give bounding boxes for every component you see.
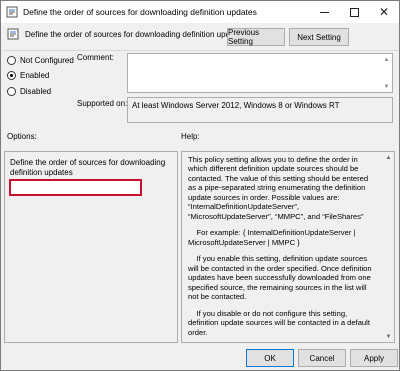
close-button[interactable]: ✕	[369, 1, 399, 23]
help-paragraph: For example: { InternalDefinitionUpdateS…	[188, 228, 358, 247]
radio-circle	[7, 86, 16, 96]
radio-enabled[interactable]: Enabled	[7, 69, 77, 81]
radio-circle	[7, 70, 16, 80]
header-divider	[3, 50, 398, 51]
radio-circle	[7, 55, 16, 65]
help-scrollbar[interactable]: ▲ ▼	[383, 152, 394, 342]
scroll-down-icon[interactable]: ▼	[382, 82, 391, 91]
next-setting-button[interactable]: Next Setting	[289, 28, 349, 46]
radio-label: Disabled	[20, 86, 52, 96]
close-icon: ✕	[378, 5, 390, 19]
comment-field[interactable]: ▲ ▼	[127, 53, 393, 93]
window-title: Define the order of sources for download…	[23, 7, 257, 17]
help-paragraph: If you disable or do not configure this …	[188, 308, 373, 337]
radio-label: Enabled	[20, 70, 50, 80]
option-field-label: Define the order of sources for download…	[10, 158, 166, 177]
source-order-input[interactable]	[9, 179, 142, 196]
supported-on-label: Supported on:	[77, 99, 128, 108]
maximize-icon	[349, 7, 359, 17]
radio-label: Not Configured	[20, 55, 74, 65]
radio-not-configured[interactable]: Not Configured	[7, 54, 77, 66]
help-paragraph: If you enable this setting, definition u…	[188, 254, 374, 302]
minimize-icon	[319, 11, 329, 13]
policy-settings-icon	[6, 6, 18, 18]
setting-name: Define the order of sources for download…	[25, 30, 246, 39]
help-text: This policy setting allows you to define…	[188, 155, 378, 344]
supported-on-field: At least Windows Server 2012, Windows 8 …	[127, 97, 393, 123]
scroll-down-icon[interactable]: ▼	[384, 332, 393, 341]
options-panel: Define the order of sources for download…	[4, 151, 178, 343]
ok-button[interactable]: OK	[246, 349, 294, 367]
previous-setting-button[interactable]: Previous Setting	[227, 28, 285, 46]
policy-dialog: Define the order of sources for download…	[0, 0, 400, 371]
cancel-button[interactable]: Cancel	[298, 349, 346, 367]
help-label: Help:	[181, 132, 200, 141]
minimize-button[interactable]	[309, 1, 339, 23]
comment-label: Comment:	[77, 53, 114, 62]
title-bar: Define the order of sources for download…	[1, 1, 399, 23]
maximize-button[interactable]	[339, 1, 369, 23]
apply-button[interactable]: Apply	[350, 349, 398, 367]
setting-icon	[7, 28, 19, 40]
options-label: Options:	[7, 132, 37, 141]
help-panel: This policy setting allows you to define…	[181, 151, 395, 343]
radio-disabled[interactable]: Disabled	[7, 85, 77, 97]
scroll-up-icon[interactable]: ▲	[384, 153, 393, 162]
scroll-up-icon[interactable]: ▲	[382, 55, 391, 64]
help-paragraph: This policy setting allows you to define…	[188, 155, 371, 221]
